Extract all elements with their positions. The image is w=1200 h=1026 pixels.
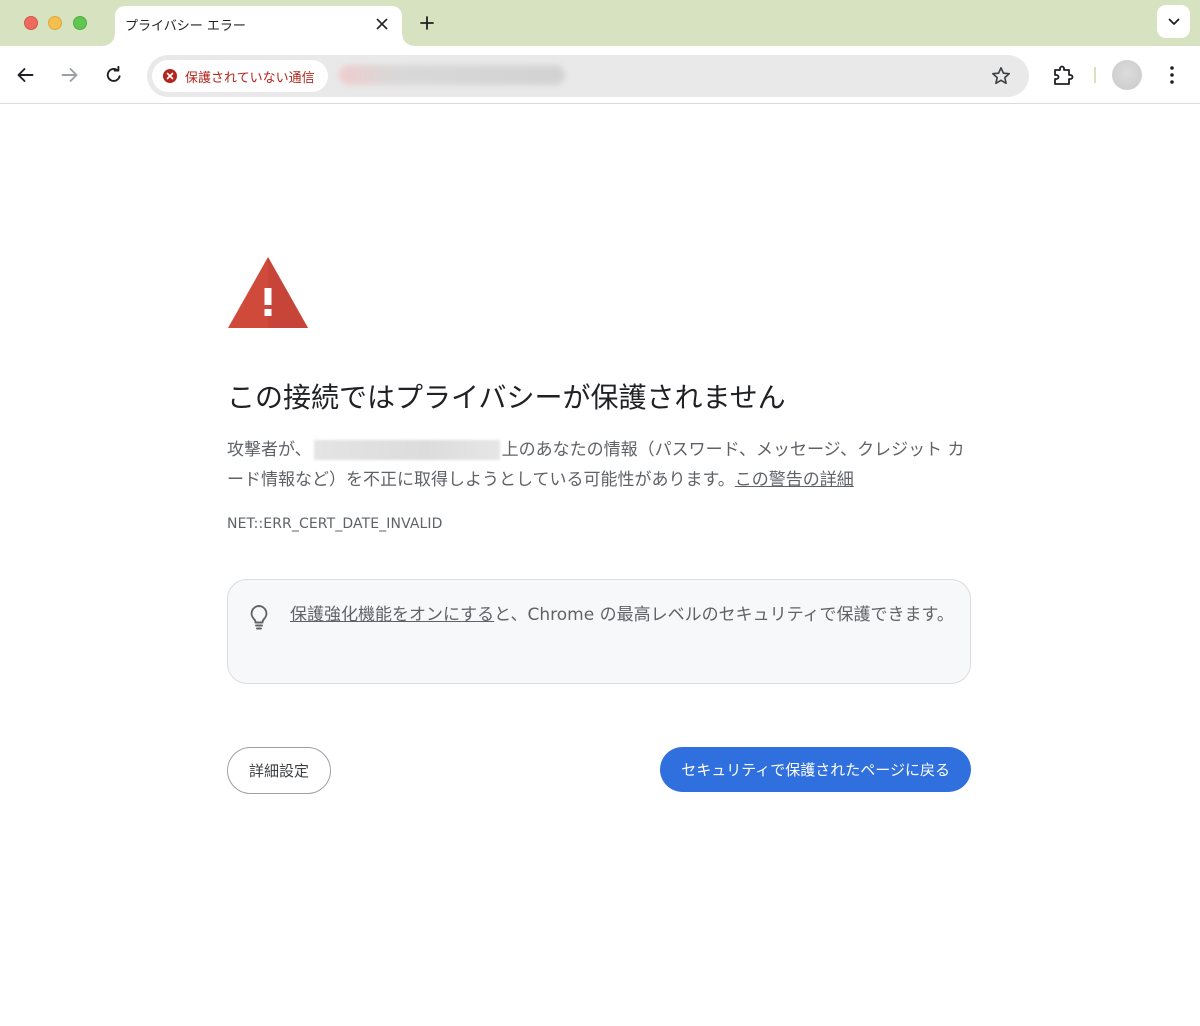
explanation-text-before-host: 攻撃者が、 [227, 440, 312, 460]
advanced-button[interactable]: 詳細設定 [227, 747, 332, 794]
tab-strip: プライバシー エラー [0, 0, 1200, 46]
tab-title: プライバシー エラー [125, 19, 246, 34]
kebab-menu-icon [1170, 66, 1174, 84]
forward-arrow-icon [61, 68, 78, 82]
toolbar-divider [1094, 67, 1096, 83]
star-icon [992, 67, 1010, 85]
error-code: NET::ERR_CERT_DATE_INVALID [227, 516, 443, 532]
chevron-down-icon [1168, 18, 1179, 25]
back-button[interactable] [10, 60, 40, 90]
enhanced-protection-description: と、Chrome の最高レベルのセキュリティで保護できます。 [494, 605, 954, 625]
reload-icon [106, 66, 121, 82]
lightbulb-icon [250, 605, 268, 630]
enhanced-protection-banner: 保護強化機能をオンにすると、Chrome の最高レベルのセキュリティで保護できま… [227, 579, 971, 684]
redacted-url [339, 65, 565, 85]
window-close-button[interactable] [24, 16, 38, 30]
warning-explanation: 攻撃者が、 上のあなたの情報（パスワード、メッセージ、クレジット カード情報など）… [227, 435, 971, 495]
tab-search-button[interactable] [1157, 5, 1190, 38]
extensions-button[interactable] [1048, 60, 1078, 90]
security-chip[interactable]: 保護されていない通信 [152, 60, 328, 92]
window-minimize-button[interactable] [48, 16, 62, 30]
bookmark-button[interactable] [989, 64, 1013, 88]
warning-triangle-icon [228, 257, 308, 328]
tab-close-button[interactable] [370, 12, 394, 36]
address-bar[interactable]: 保護されていない通信 [147, 55, 1029, 97]
profile-avatar[interactable] [1112, 60, 1142, 90]
window-zoom-button[interactable] [73, 16, 87, 30]
browser-toolbar: 保護されていない通信 [0, 46, 1200, 104]
reload-button[interactable] [99, 60, 129, 90]
browser-menu-button[interactable] [1159, 60, 1185, 90]
plus-icon [420, 16, 434, 30]
error-circle-icon [163, 69, 177, 83]
enhanced-protection-link[interactable]: 保護強化機能をオンにする [290, 605, 494, 625]
page-title: この接続ではプライバシーが保護されません [227, 381, 786, 414]
extension-icon [1054, 65, 1074, 85]
enhanced-protection-text: 保護強化機能をオンにすると、Chrome の最高レベルのセキュリティで保護できま… [290, 601, 954, 630]
back-arrow-icon [17, 68, 34, 82]
active-tab[interactable]: プライバシー エラー [103, 6, 414, 46]
forward-button[interactable] [55, 60, 85, 90]
close-icon [376, 18, 388, 30]
warning-details-link[interactable]: この警告の詳細 [735, 470, 854, 490]
redacted-hostname [313, 440, 500, 460]
security-chip-label: 保護されていない通信 [185, 70, 315, 86]
new-tab-button[interactable] [414, 10, 440, 36]
back-to-safety-button[interactable]: セキュリティで保護されたページに戻る [660, 747, 971, 792]
